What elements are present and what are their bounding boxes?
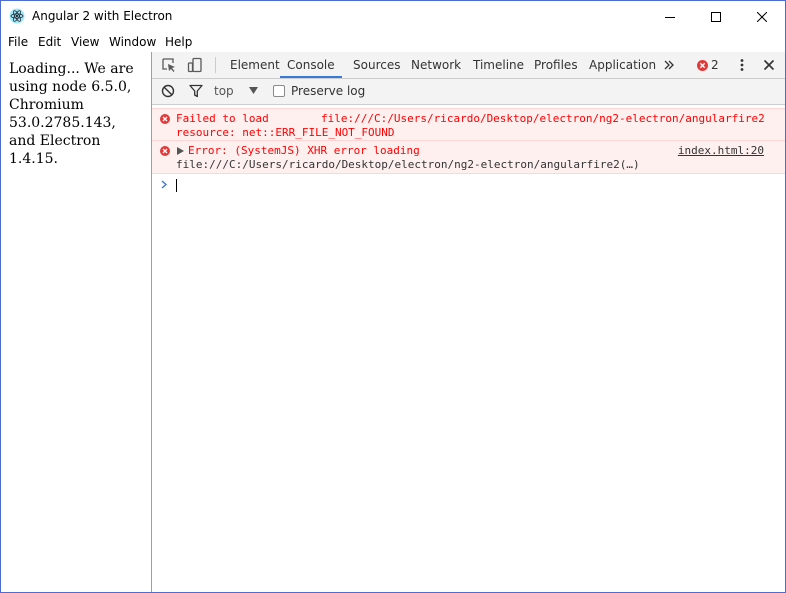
- menu-file[interactable]: File: [8, 34, 28, 50]
- minimize-icon: [665, 16, 675, 18]
- menu-window[interactable]: Window: [109, 34, 156, 50]
- toolbar-separator: [215, 57, 216, 73]
- inspect-element-icon[interactable]: [161, 57, 177, 73]
- error-counter[interactable]: 2: [697, 57, 719, 73]
- device-toolbar-icon[interactable]: [187, 57, 203, 73]
- preserve-log-label: Preserve log: [291, 84, 366, 98]
- context-selector[interactable]: top: [214, 83, 234, 99]
- message-url[interactable]: file:///C:/Users/ricardo/Desktop/electro…: [176, 158, 640, 171]
- tab-application[interactable]: Application: [589, 52, 656, 78]
- message-text: Failed to load: [176, 112, 269, 125]
- console-toolbar: top Preserve log: [152, 79, 785, 105]
- title-bar[interactable]: Angular 2 with Electron: [1, 1, 785, 32]
- message-text: resource: net::ERR_FILE_NOT_FOUND: [176, 126, 395, 139]
- menu-edit[interactable]: Edit: [38, 34, 61, 50]
- text-caret: [176, 179, 177, 192]
- devtools-tab-bar: Elements Console Sources Network Timelin…: [152, 52, 785, 79]
- preserve-log-checkbox[interactable]: [273, 85, 285, 97]
- maximize-icon: [711, 11, 721, 22]
- source-link[interactable]: index.html:20: [678, 144, 764, 157]
- menu-bar: File Edit View Window Help: [1, 32, 785, 52]
- prompt-chevron-icon: [161, 180, 167, 189]
- tab-sources[interactable]: Sources: [353, 52, 400, 78]
- maximize-button[interactable]: [693, 1, 739, 32]
- clear-console-icon[interactable]: [161, 84, 175, 98]
- menu-help[interactable]: Help: [165, 34, 192, 50]
- tab-elements[interactable]: Elements: [230, 52, 286, 78]
- console-message[interactable]: Failed to load file:///C:/Users/ricardo/…: [152, 108, 785, 142]
- electron-app-icon: [9, 8, 25, 24]
- error-icon: [160, 114, 170, 124]
- window-title: Angular 2 with Electron: [32, 9, 173, 23]
- close-icon: [757, 11, 767, 22]
- tab-console[interactable]: Console: [280, 52, 342, 78]
- close-window-button[interactable]: [739, 1, 785, 32]
- filter-icon[interactable]: [189, 84, 203, 98]
- tab-timeline[interactable]: Timeline: [473, 52, 524, 78]
- error-icon: [160, 146, 170, 156]
- error-badge-icon: [697, 59, 708, 71]
- minimize-button[interactable]: [647, 1, 693, 32]
- double-chevron-right-icon[interactable]: [663, 58, 675, 72]
- message-url: file:///C:/Users/ricardo/Desktop/electro…: [321, 112, 765, 125]
- error-count: 2: [711, 58, 719, 72]
- kebab-menu-icon[interactable]: [734, 57, 750, 73]
- console-prompt[interactable]: [152, 175, 785, 195]
- menu-view[interactable]: View: [71, 34, 99, 50]
- electron-window: Angular 2 with Electron File Edit View W…: [0, 0, 786, 593]
- tab-network[interactable]: Network: [411, 52, 461, 78]
- devtools-panel: Elements Console Sources Network Timelin…: [152, 52, 785, 592]
- console-output[interactable]: Failed to load file:///C:/Users/ricardo/…: [152, 105, 785, 592]
- dropdown-arrow-icon[interactable]: [249, 87, 258, 94]
- page-content: Loading... We are using node 6.5.0, Chro…: [1, 52, 151, 592]
- close-devtools-icon[interactable]: [761, 57, 777, 73]
- tab-profiles[interactable]: Profiles: [534, 52, 578, 78]
- loading-message: Loading... We are using node 6.5.0, Chro…: [9, 61, 134, 167]
- message-text: Error: (SystemJS) XHR error loading: [188, 144, 420, 157]
- expand-triangle-icon[interactable]: [177, 147, 184, 155]
- console-message[interactable]: Error: (SystemJS) XHR error loading file…: [152, 140, 785, 174]
